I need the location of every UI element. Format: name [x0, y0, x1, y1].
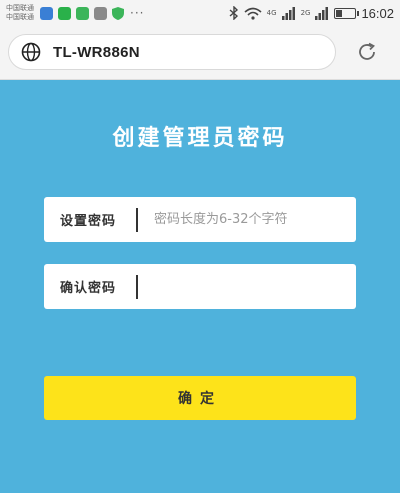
wechat-icon [58, 6, 71, 20]
globe-icon [21, 42, 41, 62]
signal-icon [281, 6, 295, 20]
status-bar: 中国联通 中国联通 ··· 4G 2G 16:02 [0, 0, 400, 26]
confirm-password-field: 确认密码 [44, 264, 356, 309]
clock: 16:02 [361, 5, 394, 21]
signal-icon-2 [315, 6, 329, 20]
url-text: TL-WR886N [53, 43, 140, 61]
screenshot-icon [94, 6, 107, 20]
shield-icon [112, 6, 124, 20]
carrier-line-1: 中国联通 [6, 4, 34, 12]
confirm-button[interactable]: 确定 [44, 376, 356, 420]
address-bar[interactable]: TL-WR886N [8, 34, 336, 70]
notification-app-icon-2 [76, 6, 89, 20]
more-notifications-icon: ··· [130, 6, 145, 20]
page-title: 创建管理员密码 [112, 126, 288, 151]
notification-app-icon [40, 6, 53, 20]
set-password-input[interactable] [138, 197, 356, 242]
wifi-icon [244, 7, 262, 20]
browser-toolbar: TL-WR886N [0, 26, 400, 80]
confirm-password-label: 确认密码 [60, 281, 117, 296]
network-type-1: 4G [266, 9, 277, 17]
bluetooth-icon [229, 6, 238, 20]
network-type-2: 2G [300, 9, 311, 17]
battery-icon [334, 7, 360, 19]
set-password-label: 设置密码 [60, 214, 117, 229]
confirm-password-input[interactable] [138, 264, 356, 309]
reload-icon[interactable] [356, 41, 378, 63]
set-password-field: 设置密码 [44, 197, 356, 242]
carrier-info: 中国联通 中国联通 [6, 4, 34, 22]
carrier-line-2: 中国联通 [6, 13, 34, 21]
